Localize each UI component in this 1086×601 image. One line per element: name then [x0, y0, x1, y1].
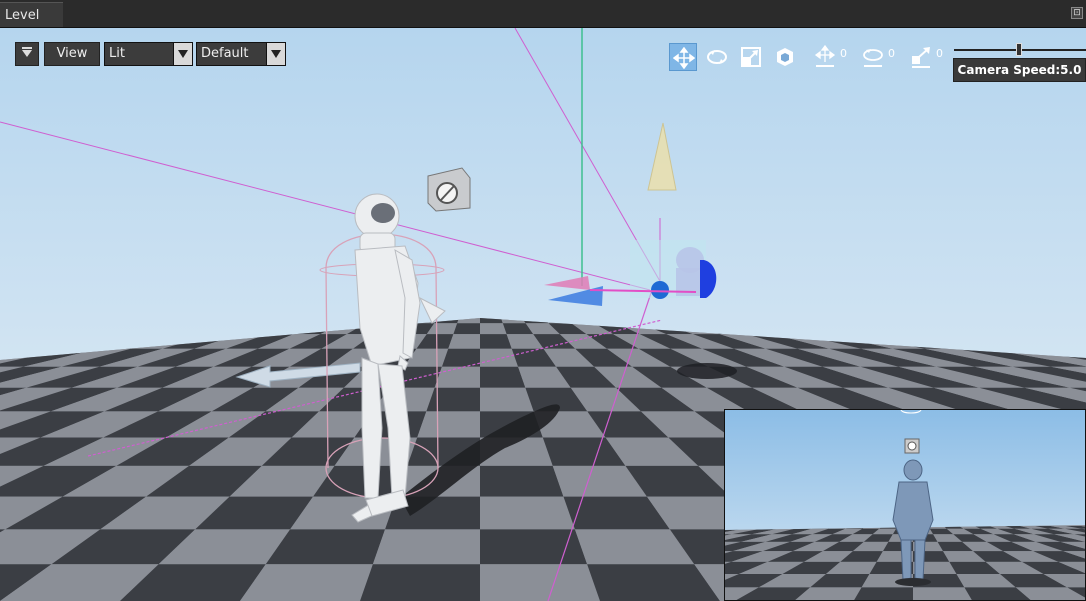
viewport-options-button[interactable] [15, 42, 39, 66]
bar-icon [22, 47, 32, 49]
floor-tile [372, 529, 480, 565]
camera-preview-render [725, 410, 1085, 600]
floor-tile [417, 411, 480, 438]
chevron-down-icon [173, 43, 192, 65]
scale-tool-button[interactable] [737, 43, 765, 71]
floor-tile [480, 387, 534, 412]
level-viewport[interactable]: View Lit Default 0 0 0 Camera Speed:5.0 [0, 28, 1086, 601]
floor-tile [480, 564, 600, 601]
floor-tile [480, 529, 588, 565]
floor-tile [453, 323, 480, 335]
floor-tile [360, 564, 480, 601]
level-tab[interactable]: Level [0, 2, 63, 27]
lighting-mode-dropdown[interactable]: Lit [104, 42, 193, 66]
actor-cube-icon [427, 167, 471, 212]
translate-tool-icon [673, 47, 695, 69]
view-button[interactable]: View [44, 42, 100, 66]
translate-tool-button[interactable] [669, 43, 697, 71]
rotate-tool-button[interactable] [703, 43, 731, 71]
rotate-snap-icon[interactable] [861, 45, 885, 69]
translate-snap-value: 0 [840, 47, 847, 60]
floor-tile [480, 465, 564, 497]
world-local-toggle-button[interactable] [771, 43, 799, 71]
floor-tile [448, 334, 480, 349]
scale-tool-icon [741, 47, 761, 67]
scale-snap-value: 0 [936, 47, 943, 60]
translate-snap-icon[interactable] [813, 45, 837, 69]
rotate-snap-value: 0 [888, 47, 895, 60]
floor-tile [913, 587, 973, 600]
floor-tile [426, 387, 480, 412]
rotate-tool-icon [707, 50, 727, 64]
chevron-down-icon [266, 43, 285, 65]
floor-tile [853, 587, 913, 600]
layout-mode-value: Default [201, 46, 249, 61]
preview-cube-icon [904, 438, 920, 454]
camera-speed-label: Camera Speed:5.0 [953, 58, 1086, 82]
floor-tile [480, 323, 507, 335]
scale-snap-icon[interactable] [909, 45, 933, 69]
pin-icon[interactable]: ⊡ [1071, 7, 1083, 19]
lighting-mode-value: Lit [109, 46, 125, 61]
camera-preview-panel [724, 409, 1086, 601]
title-bar: Level ⊡ [0, 0, 1086, 28]
world-local-toggle-icon [777, 48, 793, 66]
layout-mode-dropdown[interactable]: Default [196, 42, 286, 66]
camera-speed-slider-handle[interactable] [1016, 43, 1022, 56]
floor-tile [480, 496, 575, 530]
floor-tile [480, 366, 526, 388]
floor-tile [434, 366, 480, 388]
floor-tile [480, 334, 512, 349]
chevron-down-icon [22, 50, 32, 57]
floor-tile [480, 348, 519, 367]
